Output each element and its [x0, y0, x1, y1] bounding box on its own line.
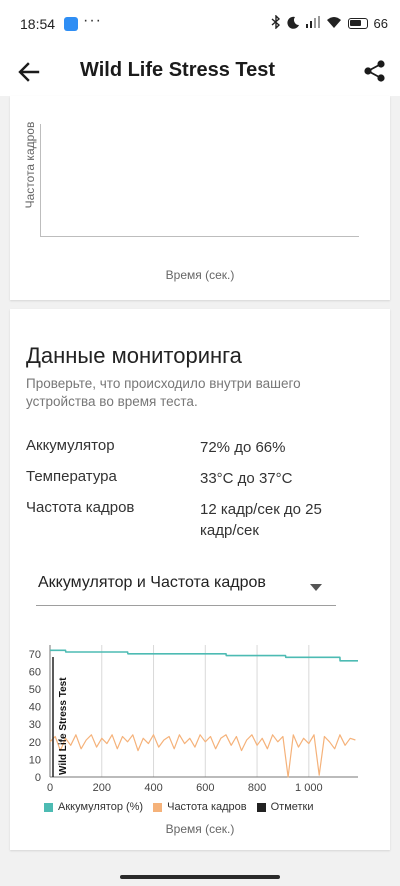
- home-indicator: [120, 875, 280, 879]
- page-title: Wild Life Stress Test: [80, 59, 276, 81]
- chart-x-tick-label: 600: [196, 782, 214, 794]
- chart-series-battery: [50, 649, 358, 662]
- legend-label: Частота кадров: [167, 801, 247, 813]
- chart-type-dropdown[interactable]: Аккумулятор и Частота кадров: [36, 567, 336, 606]
- legend-swatch-battery: [44, 802, 53, 812]
- chart-x-tick-label: 800: [248, 782, 266, 794]
- do-not-disturb-moon-icon: [286, 16, 300, 32]
- chart-y-tick-label: 40: [29, 702, 41, 714]
- app-bar: Wild Life Stress Test: [0, 48, 400, 96]
- chart-y-tick-label: 50: [29, 684, 41, 696]
- chart-y-tick-label: 60: [29, 666, 41, 678]
- legend-label: Отметки: [270, 801, 314, 813]
- legend-label: Аккумулятор (%): [58, 801, 144, 813]
- monitoring-chart: 0 200 400 600 800 1 000 0 10 20 30 40 50 60 70 Wild Li…: [10, 639, 390, 849]
- chart-y-tick-label: 10: [29, 754, 41, 766]
- battery-icon: [347, 18, 368, 29]
- more-notifications-icon: ···: [83, 12, 102, 29]
- status-indicators: 66: [271, 14, 388, 32]
- chart-series-fps: [49, 734, 356, 778]
- status-bar: 18:54 ··· 66: [0, 0, 400, 48]
- stat-value: 33°C до 37°C: [200, 470, 293, 487]
- stat-label: Температура: [26, 468, 117, 485]
- legend-item-markers: Отметки: [256, 801, 314, 813]
- legend-swatch-markers: [256, 802, 266, 812]
- dropdown-selected-value: Аккумулятор и Частота кадров: [38, 574, 266, 591]
- stat-value: 72% до 66%: [200, 439, 286, 456]
- wifi-icon: [326, 16, 342, 31]
- chart-x-tick-label: 200: [93, 782, 111, 794]
- chart-y-tick-label: 70: [29, 649, 41, 661]
- chart-legend: Аккумулятор (%) Частота кадров Отметки: [44, 801, 314, 813]
- stat-label: Аккумулятор: [26, 437, 115, 454]
- monitoring-chart-svg: 0 200 400 600 800 1 000 0 10 20 30 40 50 60 70 Wild Li…: [29, 645, 358, 794]
- status-time: 18:54: [20, 16, 56, 32]
- legend-item-fps: Частота кадров: [153, 801, 247, 813]
- fps-chart-y-axis-label: Частота кадров: [23, 121, 37, 209]
- monitoring-title: Данные мониторинга: [26, 343, 242, 368]
- stat-label: Частота кадров: [26, 499, 135, 516]
- back-arrow-icon[interactable]: [14, 58, 44, 86]
- fps-chart-axes: [40, 124, 359, 237]
- chart-annotation: Wild Life Stress Test: [58, 677, 69, 775]
- fps-chart-x-axis-label: Время (сек.): [165, 268, 235, 282]
- share-icon[interactable]: [362, 58, 388, 84]
- chart-y-tick-label: 30: [29, 719, 41, 731]
- app-notification-icon: [64, 17, 78, 31]
- battery-percent: 66: [373, 16, 388, 31]
- monitoring-card: Данные мониторинга Проверьте, что происх…: [10, 309, 390, 850]
- chart-x-axis-label: Время (сек.): [165, 822, 235, 836]
- chart-x-tick-label: 1 000: [295, 782, 323, 794]
- legend-item-battery: Аккумулятор (%): [44, 801, 143, 813]
- chart-y-tick-label: 20: [29, 737, 41, 749]
- dropdown-caret-icon: [310, 579, 322, 591]
- stat-value: 12 кадр/сек до 25 кадр/сек: [200, 501, 322, 539]
- chart-y-tick-label: 0: [35, 772, 41, 784]
- bluetooth-icon: [271, 14, 281, 32]
- legend-swatch-fps: [153, 802, 163, 812]
- monitoring-subtitle: Проверьте, что происходило внутри вашего…: [26, 376, 301, 409]
- fps-chart-card: Частота кадров Время (сек.): [10, 96, 390, 300]
- chart-x-tick-label: 400: [144, 782, 162, 794]
- chart-x-tick-label: 0: [47, 782, 53, 794]
- signal-icon: [305, 16, 320, 31]
